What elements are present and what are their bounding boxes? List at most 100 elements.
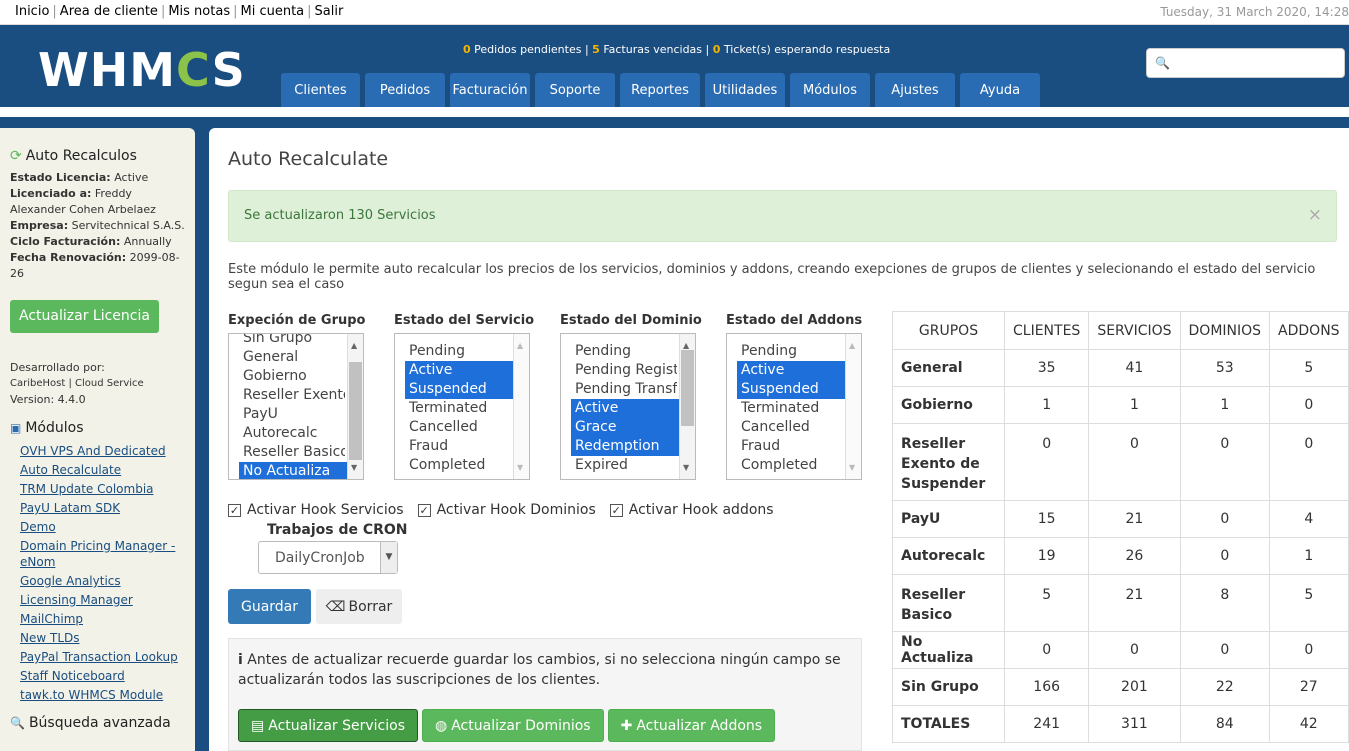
module-link[interactable]: Staff Noticeboard <box>10 667 185 686</box>
search-input[interactable]: 🔍 <box>1146 48 1345 78</box>
list-option-selected[interactable]: Active <box>737 361 847 380</box>
list-option[interactable]: Expired <box>575 456 677 475</box>
list-option[interactable]: Reseller Exento <box>243 386 345 405</box>
eraser-icon: ⌫ <box>325 598 346 615</box>
list-option-selected[interactable]: Grace <box>571 418 681 437</box>
service-status-column: Estado del Servicio Pending Active Suspe… <box>394 313 560 480</box>
list-option[interactable]: Fraud <box>741 437 843 456</box>
list-option[interactable]: Terminated <box>409 399 511 418</box>
module-link[interactable]: New TLDs <box>10 629 185 648</box>
hook-checkboxes: ✓ Activar Hook Servicios ✓ Activar Hook Do… <box>228 502 774 518</box>
alert-message: Se actualizaron 130 Servicios <box>244 208 436 223</box>
scrollbar[interactable]: ▲ ▼ <box>513 334 529 479</box>
addon-status-select[interactable]: Pending Active Suspended Terminated Canc… <box>726 333 862 480</box>
puzzle-icon: ✚ <box>620 717 633 734</box>
save-button[interactable]: Guardar <box>228 589 311 624</box>
list-option-selected[interactable]: Active <box>405 361 515 380</box>
tab-reportes[interactable]: Reportes <box>620 73 700 107</box>
list-option[interactable]: PayU <box>243 405 345 424</box>
list-option[interactable]: Terminated <box>741 399 843 418</box>
list-option-selected[interactable]: Suspended <box>737 380 847 399</box>
info-icon: i <box>238 652 243 668</box>
list-option[interactable]: Pending <box>575 342 677 361</box>
domain-status-column: Estado del Dominio Pending Pending Regis… <box>560 313 726 480</box>
tab-ayuda[interactable]: Ayuda <box>960 73 1040 107</box>
module-link[interactable]: tawk.to WHMCS Module <box>10 686 185 705</box>
list-option[interactable]: Sin Grupo <box>243 334 345 348</box>
link-mi-cuenta[interactable]: Mi cuenta <box>240 4 304 19</box>
table-row: Reseller Basico 5 21 8 5 <box>892 574 1349 632</box>
module-link[interactable]: PayPal Transaction Lookup <box>10 648 185 667</box>
link-area-cliente[interactable]: Area de cliente <box>60 4 158 19</box>
list-option[interactable]: Gobierno <box>243 367 345 386</box>
list-option[interactable]: Autorecalc <box>243 424 345 443</box>
module-link[interactable]: Licensing Manager <box>10 591 185 610</box>
scrollbar[interactable]: ▲ ▼ <box>347 334 363 479</box>
check-icon[interactable]: ✓ <box>609 503 623 517</box>
advanced-search-title[interactable]: 🔍 Búsqueda avanzada <box>10 715 185 731</box>
check-icon[interactable]: ✓ <box>228 503 241 517</box>
check-icon[interactable]: ✓ <box>417 503 431 517</box>
info-panel: i Antes de actualizar recuerde guardar l… <box>228 638 862 751</box>
module-link[interactable]: Auto Recalculate <box>10 461 185 480</box>
scrollbar[interactable]: ▲ ▼ <box>679 334 695 479</box>
hook-domains-checkbox[interactable]: ✓ Activar Hook Dominios <box>417 502 596 518</box>
link-salir[interactable]: Salir <box>315 4 344 19</box>
list-option[interactable]: Pending <box>741 342 843 361</box>
list-option[interactable]: Fraud <box>409 437 511 456</box>
tab-ajustes[interactable]: Ajustes <box>875 73 955 107</box>
list-option[interactable]: Reseller Basico <box>243 443 345 462</box>
link-inicio[interactable]: Inicio <box>15 4 49 19</box>
update-addons-button[interactable]: ✚ Actualizar Addons <box>607 709 776 742</box>
pending-orders-link[interactable]: Pedidos pendientes <box>474 43 581 56</box>
list-option[interactable]: Pending <box>409 342 511 361</box>
main-content: Auto Recalculate Se actualizaron 130 Ser… <box>209 128 1349 751</box>
tab-pedidos[interactable]: Pedidos <box>365 73 445 107</box>
module-link[interactable]: TRM Update Colombia <box>10 480 185 499</box>
list-option[interactable]: Cancelled <box>409 418 511 437</box>
service-status-select[interactable]: Pending Active Suspended Terminated Canc… <box>394 333 530 480</box>
module-link[interactable]: PayU Latam SDK <box>10 499 185 518</box>
list-option-selected[interactable]: Suspended <box>405 380 515 399</box>
tab-facturacion[interactable]: Facturación <box>450 73 530 107</box>
tab-soporte[interactable]: Soporte <box>535 73 615 107</box>
list-option[interactable]: General <box>243 348 345 367</box>
tab-utilidades[interactable]: Utilidades <box>705 73 785 107</box>
module-link[interactable]: MailChimp <box>10 610 185 629</box>
header: WHMCS 0 Pedidos pendientes | 5 Facturas … <box>0 25 1349 107</box>
clear-button[interactable]: ⌫ Borrar <box>316 589 402 624</box>
group-exception-select[interactable]: Sin Grupo General Gobierno Reseller Exen… <box>228 333 364 480</box>
hook-services-checkbox[interactable]: ✓ Activar Hook Servicios <box>228 502 404 518</box>
list-option[interactable]: Pending Transfe <box>575 380 677 399</box>
tickets-link[interactable]: Ticket(s) esperando respuesta <box>724 43 890 56</box>
col-dominios: DOMINIOS <box>1179 311 1271 350</box>
server-icon: ▤ <box>251 717 265 734</box>
list-option[interactable]: Completed <box>409 456 511 475</box>
tab-clientes[interactable]: Clientes <box>281 73 360 107</box>
list-title: Estado del Servicio <box>394 313 535 328</box>
chevron-down-icon: ▼ <box>380 542 397 573</box>
hook-addons-checkbox[interactable]: ✓ Activar Hook addons <box>609 502 774 518</box>
module-link[interactable]: Demo <box>10 518 185 537</box>
list-option-selected[interactable]: No Actualiza <box>239 462 349 479</box>
list-option[interactable]: Completed <box>741 456 843 475</box>
whmcs-logo[interactable]: WHMCS <box>38 43 246 97</box>
tab-modulos[interactable]: Módulos <box>790 73 870 107</box>
cron-select[interactable]: DailyCronJob ▼ <box>258 541 398 574</box>
update-license-button[interactable]: Actualizar Licencia <box>10 300 159 333</box>
list-option-selected[interactable]: Redemption <box>571 437 681 456</box>
domain-status-select[interactable]: Pending Pending Registr Pending Transfe … <box>560 333 696 480</box>
update-domains-button[interactable]: ◍ Actualizar Dominios <box>422 709 604 742</box>
scrollbar[interactable]: ▲ ▼ <box>845 334 861 479</box>
module-link[interactable]: Domain Pricing Manager - eNom <box>10 538 185 570</box>
list-option-selected[interactable]: Active <box>571 399 681 418</box>
module-link[interactable]: OVH VPS And Dedicated <box>10 442 185 461</box>
link-mis-notas[interactable]: Mis notas <box>168 4 230 19</box>
list-option[interactable]: Pending Registr <box>575 361 677 380</box>
close-icon[interactable]: × <box>1308 205 1322 225</box>
list-option[interactable]: Cancelled <box>741 418 843 437</box>
update-services-button[interactable]: ▤ Actualizar Servicios <box>238 709 418 742</box>
info-message: Antes de actualizar recuerde guardar los… <box>238 652 841 688</box>
overdue-invoices-link[interactable]: Facturas vencidas <box>603 43 702 56</box>
module-link[interactable]: Google Analytics <box>10 572 185 591</box>
